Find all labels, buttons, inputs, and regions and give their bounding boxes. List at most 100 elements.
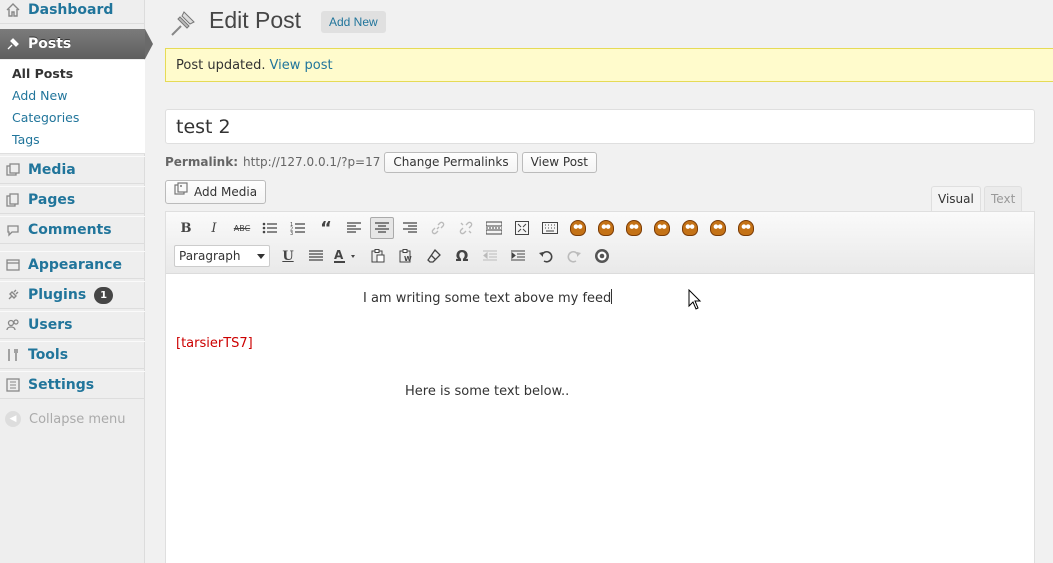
- help-button[interactable]: [590, 245, 614, 267]
- bullet-list-icon: [262, 222, 277, 234]
- sidebar-item-label: Pages: [28, 192, 76, 208]
- underline-button[interactable]: U: [276, 245, 300, 267]
- permalink-url[interactable]: http://127.0.0.1/?p=17: [243, 155, 380, 169]
- align-left-icon: [347, 222, 361, 233]
- tarsier-button-2[interactable]: [594, 217, 618, 239]
- tarsier-button-7[interactable]: [734, 217, 758, 239]
- italic-button[interactable]: I: [202, 217, 226, 239]
- sidebar-item-media[interactable]: Media: [0, 156, 145, 184]
- add-media-button[interactable]: Add Media: [165, 180, 267, 204]
- view-post-link[interactable]: View post: [270, 58, 333, 73]
- format-select[interactable]: Paragraph: [174, 245, 270, 267]
- indent-button[interactable]: [506, 245, 530, 267]
- clear-formatting-button[interactable]: [422, 245, 446, 267]
- undo-button[interactable]: [534, 245, 558, 267]
- collapse-menu-button[interactable]: ◀ Collapse menu: [0, 408, 126, 430]
- add-media-icon: [174, 181, 188, 203]
- tab-text[interactable]: Text: [984, 186, 1023, 212]
- svg-text:W: W: [404, 255, 412, 263]
- change-permalinks-button[interactable]: Change Permalinks: [384, 151, 518, 173]
- insert-link-button[interactable]: [426, 217, 450, 239]
- paste-word-icon: W: [399, 249, 412, 263]
- toolbar-toggle-button[interactable]: [538, 217, 562, 239]
- align-right-button[interactable]: [398, 217, 422, 239]
- post-title-input[interactable]: test 2: [165, 109, 1035, 144]
- editor-content-area[interactable]: I am writing some text above my feed [ta…: [166, 274, 1034, 563]
- sidebar-item-tools[interactable]: Tools: [0, 341, 145, 369]
- owl-icon: [738, 220, 754, 236]
- pin-icon: [5, 36, 21, 52]
- strikethrough-button[interactable]: ABC: [230, 217, 254, 239]
- post-pin-icon: [168, 6, 200, 42]
- owl-icon: [626, 220, 642, 236]
- text-color-button[interactable]: A: [332, 245, 362, 267]
- blockquote-button[interactable]: “: [314, 217, 338, 239]
- editor-toolbar: B I ABC 123 “ Paragraph U A W Ω: [166, 212, 1034, 274]
- pages-icon: [5, 192, 21, 208]
- paste-word-button[interactable]: W: [394, 245, 418, 267]
- redo-icon: [567, 251, 581, 263]
- tarsier-button-3[interactable]: [622, 217, 646, 239]
- eraser-icon: [427, 249, 441, 263]
- text-color-icon: A: [334, 249, 355, 263]
- strikethrough-icon: ABC: [233, 223, 251, 233]
- tarsier-button-4[interactable]: [650, 217, 674, 239]
- sidebar-item-plugins[interactable]: Plugins 1: [0, 281, 145, 309]
- submenu-all-posts[interactable]: All Posts: [12, 66, 73, 81]
- sidebar-item-appearance[interactable]: Appearance: [0, 251, 145, 279]
- numbered-list-button[interactable]: 123: [286, 217, 310, 239]
- special-character-button[interactable]: Ω: [450, 245, 474, 267]
- redo-button[interactable]: [562, 245, 586, 267]
- unlink-button[interactable]: [454, 217, 478, 239]
- tarsier-button-5[interactable]: [678, 217, 702, 239]
- media-buttons: Add Media: [165, 180, 267, 204]
- tarsier-button-1[interactable]: [566, 217, 590, 239]
- justify-button[interactable]: [304, 245, 328, 267]
- content-line-above: I am writing some text above my feed: [363, 289, 613, 306]
- underline-icon: U: [282, 248, 294, 264]
- bullet-list-button[interactable]: [258, 217, 282, 239]
- content-line-above-text: I am writing some text above my feed: [363, 291, 612, 306]
- sidebar-item-label: Media: [28, 162, 76, 178]
- add-new-post-button[interactable]: Add New: [321, 11, 386, 33]
- plug-icon: [5, 287, 21, 303]
- sidebar-item-dashboard[interactable]: Dashboard: [0, 0, 145, 24]
- sidebar-item-label: Settings: [28, 377, 95, 393]
- align-left-button[interactable]: [342, 217, 366, 239]
- main-content: Edit Post Add New Post updated. View pos…: [146, 0, 1053, 563]
- outdent-button[interactable]: [478, 245, 502, 267]
- tab-visual[interactable]: Visual: [931, 186, 981, 212]
- keyboard-icon: [542, 222, 558, 234]
- settings-icon: [5, 377, 21, 393]
- submenu-add-new[interactable]: Add New: [12, 88, 67, 103]
- tools-icon: [5, 347, 21, 363]
- submenu-categories[interactable]: Categories: [12, 110, 79, 125]
- align-center-icon: [375, 222, 389, 233]
- sidebar-item-settings[interactable]: Settings: [0, 371, 145, 399]
- bold-button[interactable]: B: [174, 217, 198, 239]
- sidebar-item-comments[interactable]: Comments: [0, 216, 145, 244]
- align-center-button[interactable]: [370, 217, 394, 239]
- sidebar-item-pages[interactable]: Pages: [0, 186, 145, 214]
- media-icon: [5, 162, 21, 178]
- admin-sidebar: Dashboard Posts All Posts Add New Catego…: [0, 0, 153, 563]
- svg-text:A: A: [334, 249, 344, 262]
- numbered-list-icon: 123: [290, 222, 305, 235]
- sidebar-item-label: Posts: [28, 36, 72, 52]
- tarsier-shortcode: [tarsierTS7]: [176, 336, 253, 351]
- page-title: Edit Post: [209, 7, 302, 33]
- insert-more-button[interactable]: [482, 217, 506, 239]
- submenu-tags[interactable]: Tags: [12, 132, 40, 147]
- omega-icon: Ω: [455, 247, 469, 265]
- tarsier-button-6[interactable]: [706, 217, 730, 239]
- sidebar-item-users[interactable]: Users: [0, 311, 145, 339]
- fullscreen-button[interactable]: [510, 217, 534, 239]
- outdent-icon: [483, 250, 497, 261]
- undo-icon: [539, 251, 553, 263]
- paste-text-button[interactable]: [366, 245, 390, 267]
- view-post-button[interactable]: View Post: [521, 151, 597, 173]
- sidebar-item-posts[interactable]: Posts: [0, 29, 153, 59]
- text-caret: [611, 289, 613, 304]
- update-count-badge: 1: [94, 286, 114, 304]
- bold-icon: B: [180, 220, 192, 236]
